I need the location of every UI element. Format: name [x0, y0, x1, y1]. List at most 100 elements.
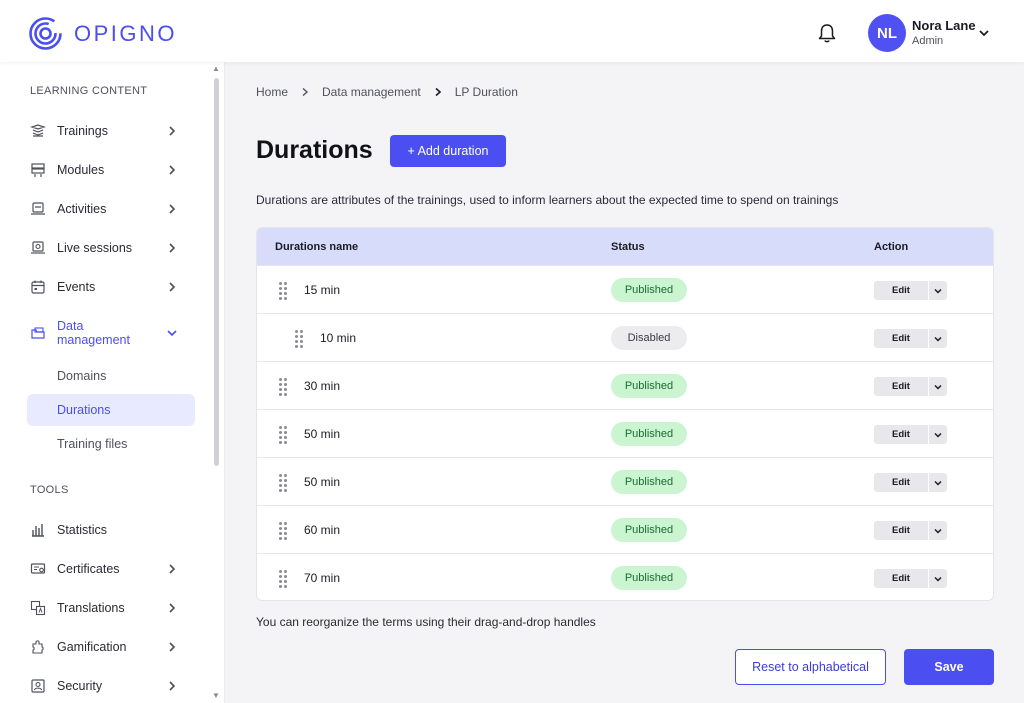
label-line-1: Data	[57, 319, 84, 333]
scroll-up-arrow[interactable]: ▲	[212, 64, 220, 73]
sidebar-item-label: Translations	[57, 601, 125, 615]
chevron-down-icon	[934, 480, 942, 486]
modules-icon	[29, 161, 47, 179]
table-row: 60 min Published Edit	[257, 505, 993, 553]
table-row: 70 min Published Edit	[257, 553, 993, 600]
sidebar-item-label: Security	[57, 679, 103, 693]
chevron-right-icon	[169, 204, 176, 214]
duration-name: 50 min	[304, 427, 341, 441]
top-bar: OPIGNO NL Nora Lane Admin	[0, 0, 1024, 62]
drag-handle-icon[interactable]	[279, 570, 289, 588]
edit-dropdown-toggle[interactable]	[928, 281, 947, 300]
sidebar-item-modules[interactable]: Modules	[27, 154, 195, 186]
drag-handle-icon[interactable]	[295, 330, 305, 348]
gamification-icon	[29, 638, 47, 656]
edit-dropdown-toggle[interactable]	[928, 329, 947, 348]
edit-split-button: Edit	[874, 569, 947, 588]
drag-handle-icon[interactable]	[279, 522, 289, 540]
duration-name: 10 min	[320, 331, 357, 345]
status-badge: Published	[611, 518, 687, 542]
table-row: 15 min Published Edit	[257, 265, 993, 313]
status-badge: Published	[611, 470, 687, 494]
calendar-icon	[29, 278, 47, 296]
sidebar-item-certificates[interactable]: Certificates	[27, 553, 195, 585]
section-learning-content: LEARNING CONTENT	[30, 85, 148, 97]
reset-alphabetical-button[interactable]: Reset to alphabetical	[735, 649, 886, 685]
edit-dropdown-toggle[interactable]	[928, 521, 947, 540]
translations-icon	[29, 599, 47, 617]
activities-icon	[29, 200, 47, 218]
sidebar-item-live-sessions[interactable]: Live sessions	[27, 232, 195, 264]
edit-dropdown-toggle[interactable]	[928, 569, 947, 588]
breadcrumb: Home Data management LP Duration	[256, 85, 518, 99]
sidebar-item-activities[interactable]: Activities	[27, 193, 195, 225]
sidebar-subitem-domains[interactable]: Domains	[27, 360, 195, 392]
chevron-down-icon	[934, 432, 942, 438]
column-header-status: Status	[611, 241, 645, 253]
edit-dropdown-toggle[interactable]	[928, 473, 947, 492]
edit-button[interactable]: Edit	[874, 425, 928, 444]
chevron-down-icon	[934, 384, 942, 390]
edit-dropdown-toggle[interactable]	[928, 377, 947, 396]
chevron-right-icon	[302, 87, 309, 97]
status-badge: Published	[611, 278, 687, 302]
edit-button[interactable]: Edit	[874, 473, 928, 492]
user-name[interactable]: Nora Lane	[912, 18, 976, 33]
edit-button[interactable]: Edit	[874, 329, 928, 348]
sidebar-item-label: Activities	[57, 202, 107, 216]
table-header: Durations name Status Action	[257, 228, 993, 265]
edit-split-button: Edit	[874, 281, 947, 300]
certificates-icon	[29, 560, 47, 578]
chevron-down-icon[interactable]	[977, 26, 991, 40]
sidebar-subitem-durations[interactable]: Durations	[27, 394, 195, 426]
breadcrumb-current: LP Duration	[454, 85, 518, 99]
drag-handle-icon[interactable]	[279, 426, 289, 444]
logo-text: OPIGNO	[74, 20, 178, 46]
status-badge: Published	[611, 566, 687, 590]
sidebar-item-data-management[interactable]: Data management	[27, 316, 195, 350]
duration-name: 30 min	[304, 379, 341, 393]
sidebar-item-label: Certificates	[57, 562, 120, 576]
sidebar-item-translations[interactable]: Translations	[27, 592, 195, 624]
chevron-right-icon	[435, 87, 441, 97]
sidebar-scrollbar[interactable]	[214, 78, 219, 466]
add-duration-button[interactable]: + Add duration	[390, 135, 506, 167]
drag-handle-icon[interactable]	[279, 474, 289, 492]
sidebar-item-events[interactable]: Events	[27, 271, 195, 303]
live-sessions-icon	[29, 239, 47, 257]
sidebar-subitem-training-files[interactable]: Training files	[27, 428, 195, 460]
sidebar-item-statistics[interactable]: Statistics	[27, 514, 195, 546]
sidebar-item-gamification[interactable]: Gamification	[27, 631, 195, 663]
chevron-down-icon	[934, 576, 942, 582]
chevron-right-icon	[169, 243, 176, 253]
logo[interactable]: OPIGNO	[29, 17, 177, 50]
section-tools: TOOLS	[30, 484, 69, 496]
durations-table: Durations name Status Action 15 min Publ…	[256, 227, 994, 601]
chevron-right-icon	[169, 564, 176, 574]
breadcrumb-data-management[interactable]: Data management	[322, 85, 421, 99]
statistics-icon	[29, 521, 47, 539]
edit-split-button: Edit	[874, 329, 947, 348]
bell-icon[interactable]	[816, 22, 838, 44]
edit-button[interactable]: Edit	[874, 281, 928, 300]
sidebar-item-label: Gamification	[57, 640, 127, 654]
sidebar-item-trainings[interactable]: Trainings	[27, 115, 195, 147]
edit-button[interactable]: Edit	[874, 377, 928, 396]
sidebar-item-security[interactable]: Security	[27, 670, 195, 702]
drag-handle-icon[interactable]	[279, 282, 289, 300]
chevron-right-icon	[169, 603, 176, 613]
edit-split-button: Edit	[874, 473, 947, 492]
save-button[interactable]: Save	[904, 649, 994, 685]
breadcrumb-home[interactable]: Home	[256, 85, 288, 99]
edit-dropdown-toggle[interactable]	[928, 425, 947, 444]
scroll-down-arrow[interactable]: ▼	[212, 691, 220, 700]
chevron-right-icon	[169, 681, 176, 691]
drag-handle-icon[interactable]	[279, 378, 289, 396]
edit-split-button: Edit	[874, 425, 947, 444]
security-icon	[29, 677, 47, 695]
status-badge: Published	[611, 374, 687, 398]
edit-button[interactable]: Edit	[874, 521, 928, 540]
avatar[interactable]: NL	[868, 14, 906, 52]
edit-button[interactable]: Edit	[874, 569, 928, 588]
data-management-icon	[29, 324, 47, 342]
